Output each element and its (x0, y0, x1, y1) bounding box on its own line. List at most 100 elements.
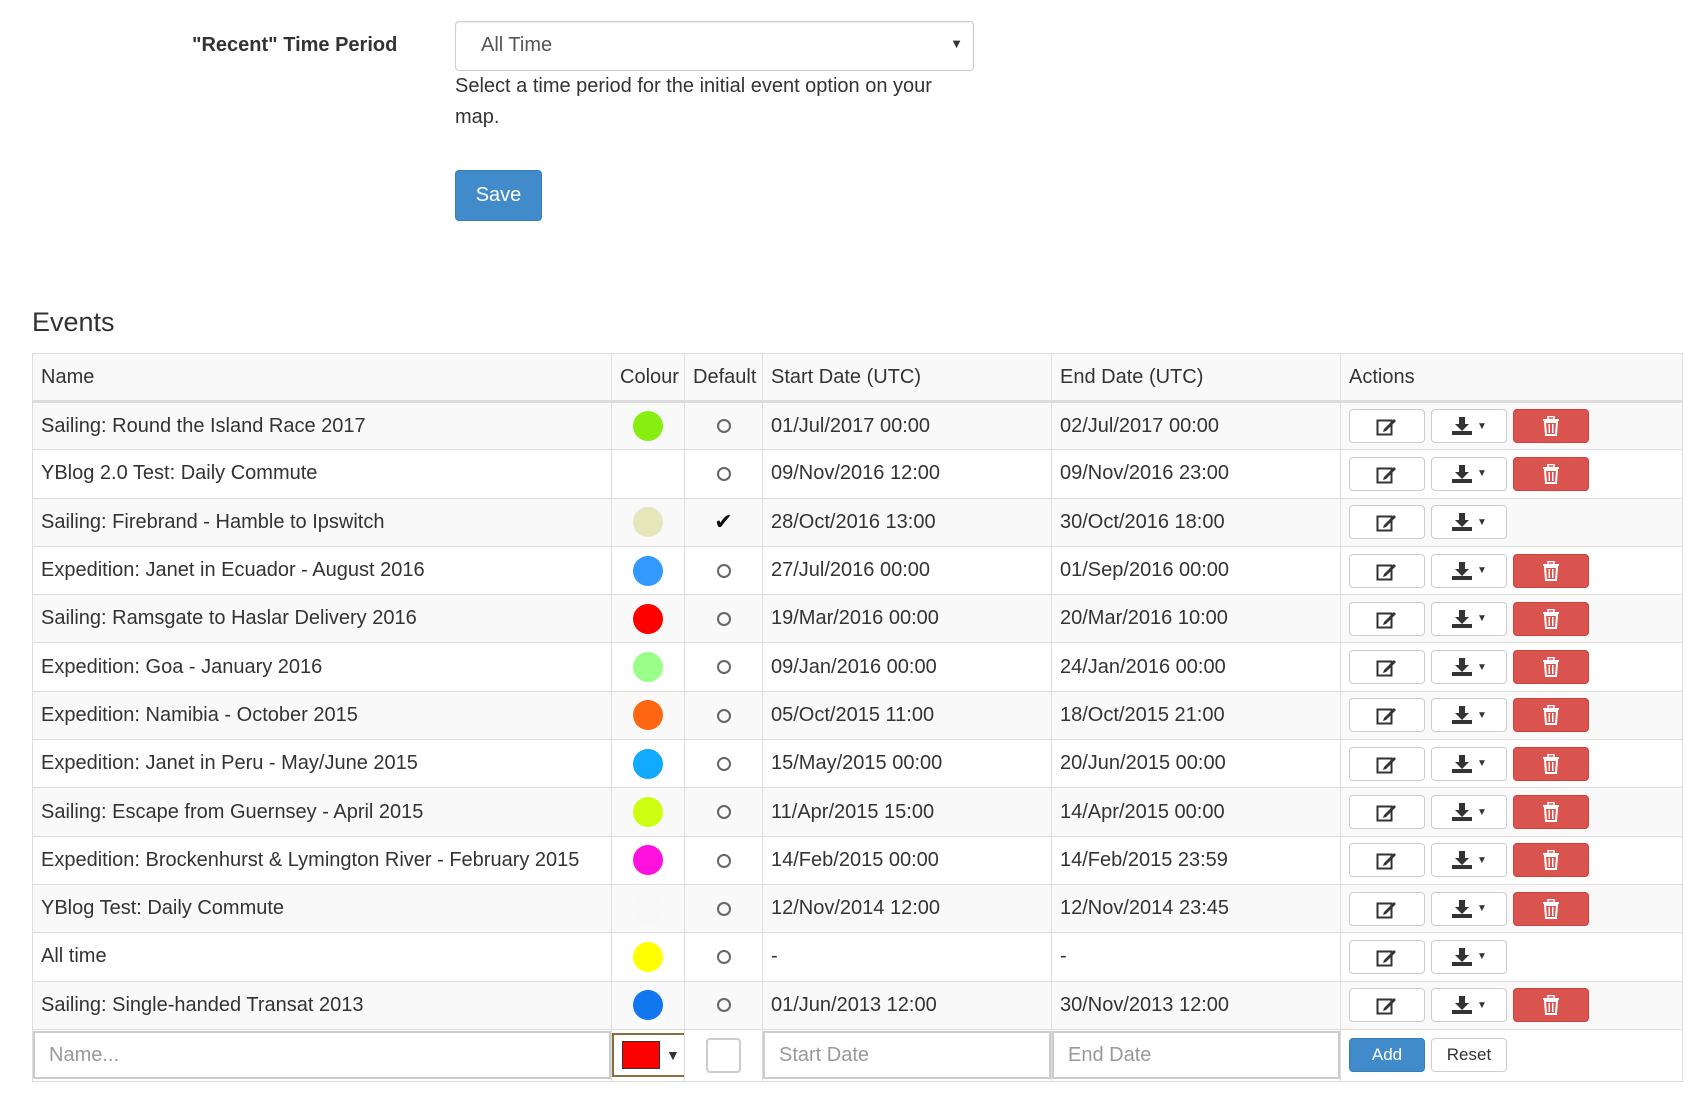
table-row: Sailing: Ramsgate to Haslar Delivery 201… (32, 594, 1683, 644)
start-date-input[interactable]: Start Date (763, 1031, 1051, 1080)
event-name: Expedition: Namibia - October 2015 (32, 690, 612, 741)
download-icon (1451, 561, 1473, 581)
event-end-date: 14/Apr/2015 00:00 (1051, 787, 1341, 837)
colour-dot (633, 411, 663, 442)
default-radio[interactable] (716, 901, 731, 916)
trash-icon (1542, 657, 1560, 678)
delete-button[interactable] (1513, 795, 1589, 830)
event-start-date: 14/Feb/2015 00:00 (762, 835, 1052, 885)
event-colour-cell (611, 400, 685, 451)
header-name: Name (32, 353, 612, 403)
event-name: Sailing: Ramsgate to Haslar Delivery 201… (32, 594, 612, 644)
download-button[interactable]: ▼ (1431, 698, 1507, 733)
event-end-date: 18/Oct/2015 21:00 (1051, 690, 1341, 741)
download-button[interactable]: ▼ (1431, 746, 1507, 781)
save-button[interactable]: Save (455, 170, 542, 221)
row-actions: ▼ (1349, 891, 1674, 926)
delete-button[interactable] (1513, 843, 1589, 878)
download-button[interactable]: ▼ (1431, 650, 1507, 685)
event-end-date: 20/Mar/2016 10:00 (1051, 594, 1341, 644)
edit-button[interactable] (1349, 601, 1425, 636)
download-button[interactable]: ▼ (1431, 891, 1507, 926)
default-radio[interactable] (716, 950, 731, 965)
delete-button[interactable] (1513, 650, 1589, 685)
edit-button[interactable] (1349, 746, 1425, 781)
table-row: Sailing: Single-handed Transat 2013 01/Ju… (32, 980, 1683, 1030)
colour-dot (633, 748, 663, 779)
edit-icon (1376, 561, 1398, 581)
end-date-input[interactable]: End Date (1052, 1031, 1340, 1080)
default-radio[interactable] (716, 853, 731, 868)
event-name: Expedition: Janet in Ecuador - August 20… (32, 545, 612, 596)
delete-button[interactable] (1513, 601, 1589, 636)
download-icon (1451, 657, 1473, 677)
reset-button[interactable]: Reset (1431, 1038, 1507, 1073)
edit-button[interactable] (1349, 795, 1425, 830)
row-actions: ▼ (1349, 650, 1674, 685)
recent-time-period-select[interactable]: All Time ▼ (455, 21, 974, 71)
download-button[interactable]: ▼ (1431, 843, 1507, 878)
download-button[interactable]: ▼ (1431, 505, 1507, 540)
add-button[interactable]: Add (1349, 1038, 1425, 1073)
default-radio[interactable] (716, 563, 731, 578)
event-default-cell (684, 690, 763, 741)
download-button[interactable]: ▼ (1431, 553, 1507, 588)
delete-button[interactable] (1513, 988, 1589, 1023)
delete-button[interactable] (1513, 409, 1589, 444)
event-end-date: 30/Oct/2016 18:00 (1051, 497, 1341, 547)
default-radio[interactable] (716, 612, 731, 627)
trash-icon (1542, 995, 1560, 1016)
default-radio[interactable] (716, 708, 731, 723)
edit-button[interactable] (1349, 409, 1425, 444)
default-radio[interactable] (716, 756, 731, 771)
edit-icon (1376, 512, 1398, 532)
default-radio[interactable] (716, 805, 731, 820)
default-checkbox[interactable] (706, 1037, 741, 1073)
edit-button[interactable] (1349, 698, 1425, 733)
recent-time-period-form: "Recent" Time Period All Time ▼ Select a… (0, 10, 1000, 221)
caret-down-icon: ▼ (1477, 613, 1487, 625)
edit-icon (1376, 705, 1398, 725)
edit-button[interactable] (1349, 553, 1425, 588)
default-radio[interactable] (716, 660, 731, 675)
event-start-date: - (762, 932, 1052, 982)
edit-button[interactable] (1349, 891, 1425, 926)
download-button[interactable]: ▼ (1431, 409, 1507, 444)
header-default: Default (684, 353, 763, 403)
row-actions: ▼ (1349, 553, 1674, 588)
default-radio[interactable] (716, 467, 731, 482)
caret-down-icon: ▼ (1477, 420, 1487, 432)
event-start-date: 01/Jul/2017 00:00 (762, 400, 1052, 451)
delete-button[interactable] (1513, 456, 1589, 491)
edit-button[interactable] (1349, 939, 1425, 974)
default-radio[interactable] (716, 419, 731, 434)
name-input[interactable]: Name... (33, 1031, 611, 1080)
edit-button[interactable] (1349, 843, 1425, 878)
edit-icon (1376, 802, 1398, 822)
colour-dot (633, 941, 663, 972)
download-icon (1451, 995, 1473, 1015)
edit-button[interactable] (1349, 650, 1425, 685)
edit-icon (1376, 850, 1398, 870)
delete-button[interactable] (1513, 891, 1589, 926)
edit-button[interactable] (1349, 988, 1425, 1023)
download-button[interactable]: ▼ (1431, 456, 1507, 491)
edit-button[interactable] (1349, 505, 1425, 540)
table-row: Expedition: Goa - January 2016 09/Jan/201… (32, 642, 1683, 692)
download-button[interactable]: ▼ (1431, 939, 1507, 974)
edit-button[interactable] (1349, 456, 1425, 491)
default-radio[interactable] (716, 998, 731, 1013)
download-button[interactable]: ▼ (1431, 795, 1507, 830)
download-button[interactable]: ▼ (1431, 988, 1507, 1023)
caret-down-icon: ▼ (1477, 999, 1487, 1011)
event-colour-cell (611, 497, 685, 547)
delete-button[interactable] (1513, 698, 1589, 733)
event-start-date: 01/Jun/2013 12:00 (762, 980, 1052, 1030)
row-actions: ▼ (1349, 795, 1674, 830)
event-default-cell (684, 883, 763, 934)
download-button[interactable]: ▼ (1431, 601, 1507, 636)
event-name: Expedition: Goa - January 2016 (32, 642, 612, 692)
colour-picker[interactable]: ▼ (612, 1033, 684, 1078)
delete-button[interactable] (1513, 746, 1589, 781)
delete-button[interactable] (1513, 553, 1589, 588)
